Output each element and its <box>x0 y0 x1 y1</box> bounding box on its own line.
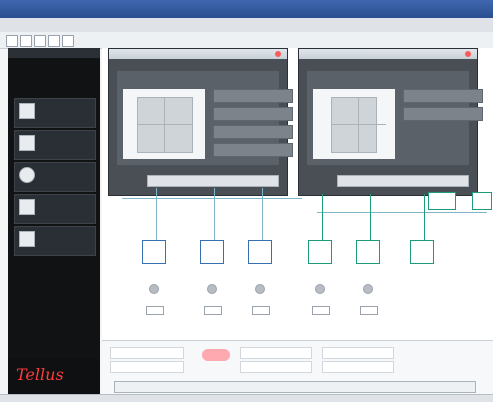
sidebar-card[interactable] <box>14 130 96 160</box>
device-tag <box>146 306 164 315</box>
device-icon <box>19 199 35 215</box>
sidebar-card[interactable] <box>14 194 96 224</box>
bulb-icon <box>255 284 265 294</box>
channel-row[interactable] <box>403 107 483 121</box>
device-node[interactable] <box>142 240 166 264</box>
switch-plate-icon <box>137 97 193 153</box>
device-node[interactable] <box>410 240 434 264</box>
property-field[interactable] <box>240 361 312 373</box>
toolbar-button-icon[interactable] <box>6 35 18 47</box>
toolbar-button-icon[interactable] <box>34 35 46 47</box>
junction-box[interactable] <box>428 192 456 210</box>
close-dot-icon[interactable] <box>465 51 471 57</box>
toolbar-button-icon[interactable] <box>48 35 60 47</box>
panel-content <box>117 71 293 165</box>
bulb-icon <box>363 284 373 294</box>
app-window: Tellus <box>0 0 493 402</box>
round-device-icon <box>19 167 35 183</box>
properties-panel <box>102 340 493 402</box>
diagram-line <box>317 212 487 213</box>
switch-plate-icon <box>331 97 386 153</box>
switch-preview <box>313 89 395 159</box>
device-tag <box>204 306 222 315</box>
close-dot-icon[interactable] <box>275 51 281 57</box>
sidebar-footer: Tellus <box>8 358 100 394</box>
property-field[interactable] <box>110 347 184 359</box>
toolbar-button-icon[interactable] <box>62 35 74 47</box>
bottom-toolbar <box>114 381 476 393</box>
device-node[interactable] <box>308 240 332 264</box>
status-bar <box>0 394 493 402</box>
device-node[interactable] <box>356 240 380 264</box>
channel-row[interactable] <box>403 89 483 103</box>
device-node[interactable] <box>200 240 224 264</box>
config-panel-left <box>108 48 293 196</box>
bulb-icon <box>149 284 159 294</box>
device-node[interactable] <box>248 240 272 264</box>
brand-logo: Tellus <box>16 365 64 384</box>
junction-box[interactable] <box>472 192 492 210</box>
channel-row[interactable] <box>213 143 293 157</box>
device-tag <box>252 306 270 315</box>
channel-row[interactable] <box>213 107 293 121</box>
sidebar-header <box>8 48 100 58</box>
property-field[interactable] <box>240 347 312 359</box>
menu-bar <box>0 18 493 33</box>
toolbar <box>0 32 493 49</box>
diagram-line <box>156 188 157 248</box>
diagram-line <box>214 188 215 248</box>
sidebar: Tellus <box>8 48 100 394</box>
switch-preview <box>123 89 205 159</box>
channel-row[interactable] <box>213 89 293 103</box>
diagram-line <box>262 188 263 248</box>
wiring-diagram <box>102 188 493 338</box>
panel-content <box>307 71 483 165</box>
device-icon <box>19 103 35 119</box>
bulb-icon <box>315 284 325 294</box>
property-field[interactable] <box>322 361 394 373</box>
sidebar-card[interactable] <box>14 226 96 256</box>
config-panel-right <box>298 48 483 196</box>
sidebar-card[interactable] <box>14 162 96 192</box>
highlight-badge <box>202 349 230 361</box>
device-tag <box>360 306 378 315</box>
title-bar <box>0 0 493 18</box>
panel-input[interactable] <box>147 175 279 187</box>
property-field[interactable] <box>322 347 394 359</box>
panel-header <box>299 49 477 59</box>
bulb-icon <box>207 284 217 294</box>
device-icon <box>19 135 35 151</box>
sidebar-card[interactable] <box>14 98 96 128</box>
device-icon <box>19 231 35 247</box>
channel-list <box>403 89 483 125</box>
main-workspace <box>102 48 493 402</box>
property-field[interactable] <box>110 361 184 373</box>
channel-list <box>213 89 293 161</box>
diagram-line <box>122 198 302 199</box>
device-tag <box>312 306 330 315</box>
panel-header <box>109 49 287 59</box>
channel-row[interactable] <box>213 125 293 139</box>
panel-input[interactable] <box>337 175 469 187</box>
toolbar-button-icon[interactable] <box>20 35 32 47</box>
